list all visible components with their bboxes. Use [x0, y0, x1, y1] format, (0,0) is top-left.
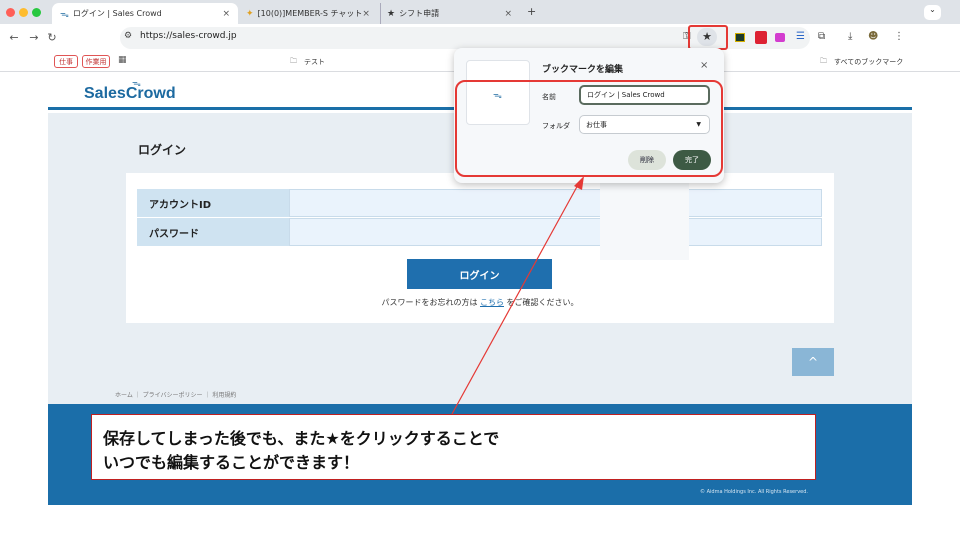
- callout-line-1: 保存してしまった後でも、また★をクリックすることで: [103, 429, 500, 448]
- callout-line-2: いつでも編集することができます！: [103, 453, 360, 472]
